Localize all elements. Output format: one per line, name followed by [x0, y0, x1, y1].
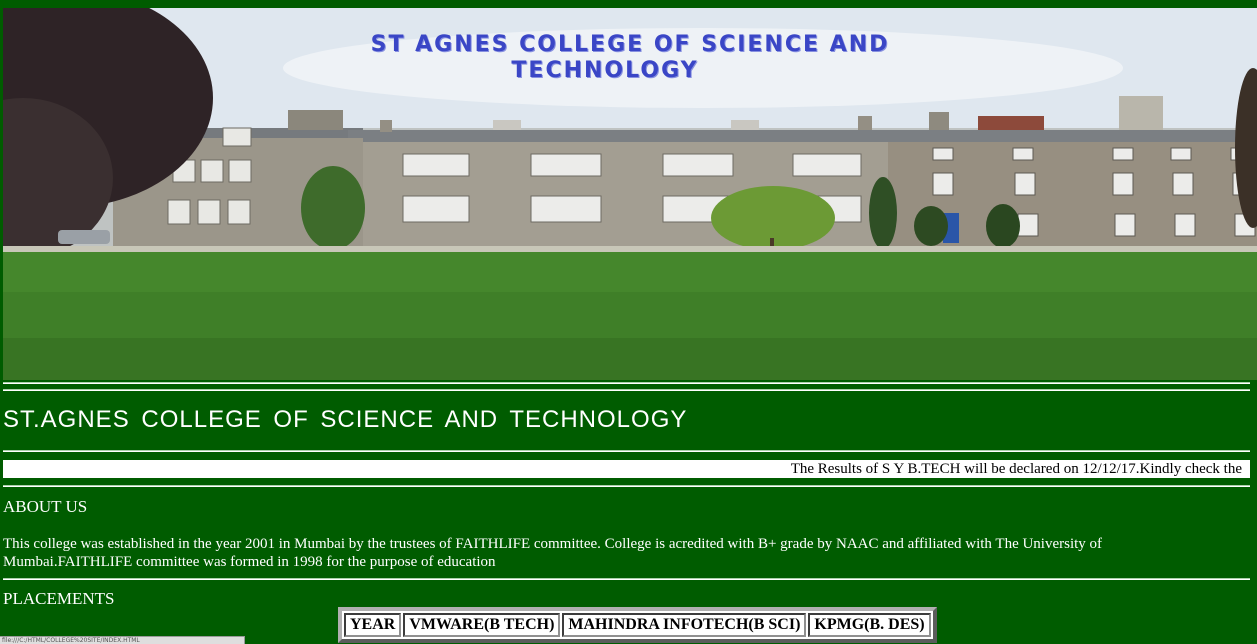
column-header-year: YEAR [344, 613, 402, 637]
placements-heading: PLACEMENTS [3, 589, 115, 608]
page-title: ST.AGNES COLLEGE OF SCIENCE AND TECHNOLO… [3, 406, 688, 433]
college-banner: ST AGNES COLLEGE OF SCIENCE AND TECHNOLO… [3, 8, 1257, 380]
divider [3, 578, 1250, 580]
column-header-mahindra: MAHINDRA INFOTECH(B SCI) [562, 613, 807, 637]
table-header-row: YEAR VMWARE(B TECH) MAHINDRA INFOTECH(B … [344, 613, 931, 637]
divider [3, 450, 1250, 452]
divider [3, 485, 1250, 487]
divider [3, 382, 1250, 384]
column-header-vmware: VMWARE(B TECH) [403, 613, 561, 637]
about-us-heading: ABOUT US [3, 497, 88, 516]
banner-title: ST AGNES COLLEGE OF SCIENCE AND TECHNOLO… [3, 32, 1257, 84]
divider [3, 389, 1250, 391]
news-marquee: The Results of S Y B.TECH will be declar… [3, 460, 1250, 478]
banner-title-line1: ST AGNES COLLEGE OF SCIENCE AND [370, 32, 890, 57]
column-header-kpmg: KPMG(B. DES) [808, 613, 931, 637]
about-us-text: This college was established in the year… [3, 536, 1103, 570]
banner-title-line2: TECHNOLOGY [511, 58, 699, 83]
placements-table: YEAR VMWARE(B TECH) MAHINDRA INFOTECH(B … [338, 607, 937, 643]
marquee-text: The Results of S Y B.TECH will be declar… [790, 461, 1242, 477]
